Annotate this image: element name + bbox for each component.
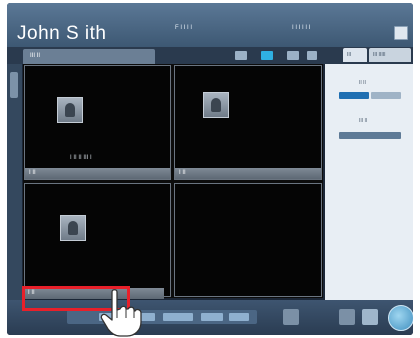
layout-2x2-button[interactable]	[261, 51, 273, 60]
cell-footer: I II	[175, 168, 321, 179]
layout-3x3-button[interactable]	[287, 51, 299, 60]
image-thumbnail	[57, 97, 83, 123]
patient-name: John S ith	[17, 23, 107, 44]
figure-icon	[68, 221, 78, 235]
header-info-1: F I I I I	[175, 25, 193, 31]
left-collapse-strip	[7, 64, 22, 300]
cell-footer-label: I II	[179, 170, 186, 176]
cell-footer-label: I II	[29, 170, 36, 176]
image-viewer: I II II III I I II I II	[23, 64, 323, 298]
viewer-cell-2[interactable]: I II	[174, 65, 322, 180]
panel-label-1: II II	[359, 80, 366, 86]
strip-item[interactable]	[163, 313, 193, 321]
image-thumbnail	[60, 215, 86, 241]
panel-option-b[interactable]	[371, 92, 401, 99]
thumbnail-strip[interactable]	[67, 310, 257, 324]
tab-viewer[interactable]: III II	[23, 49, 155, 64]
panel-option-c[interactable]	[339, 132, 401, 139]
grid-icon[interactable]	[339, 309, 355, 325]
tab-panel-1-label: III	[347, 52, 352, 58]
header-menu-button[interactable]	[394, 26, 408, 40]
right-panel: II II III II	[325, 64, 413, 300]
settings-icon[interactable]	[283, 309, 299, 325]
tab-panel-1[interactable]: III	[343, 48, 367, 62]
figure-icon	[65, 103, 75, 117]
confirm-button[interactable]	[388, 305, 413, 331]
tab-panel-2-label: III IIIII	[373, 52, 386, 58]
patient-header: John S ith F I I I I I I I I I I	[7, 3, 413, 47]
cell-footer: I II	[25, 168, 170, 179]
viewer-cell-1[interactable]: I II II III I I II	[24, 65, 171, 180]
pointing-hand-icon	[100, 289, 142, 337]
image-thumbnail	[203, 92, 229, 118]
strip-item[interactable]	[201, 313, 223, 321]
collapse-handle[interactable]	[10, 72, 18, 98]
panel-label-2: III II	[359, 118, 368, 124]
viewer-cell-4[interactable]	[174, 183, 322, 297]
layout-1x1-button[interactable]	[235, 51, 247, 60]
layout-more-button[interactable]	[307, 51, 317, 60]
figure-icon	[211, 98, 221, 112]
header-info-3: I I I I I I	[292, 25, 311, 31]
tab-panel-2[interactable]: III IIIII	[369, 48, 411, 62]
strip-item[interactable]	[229, 313, 249, 321]
panel-option-a[interactable]	[339, 92, 369, 99]
viewer-cell-3[interactable]	[24, 183, 171, 297]
exit-icon[interactable]	[362, 309, 378, 325]
cell-caption: I II II III I	[70, 155, 92, 161]
tab-viewer-label: III II	[30, 53, 41, 59]
